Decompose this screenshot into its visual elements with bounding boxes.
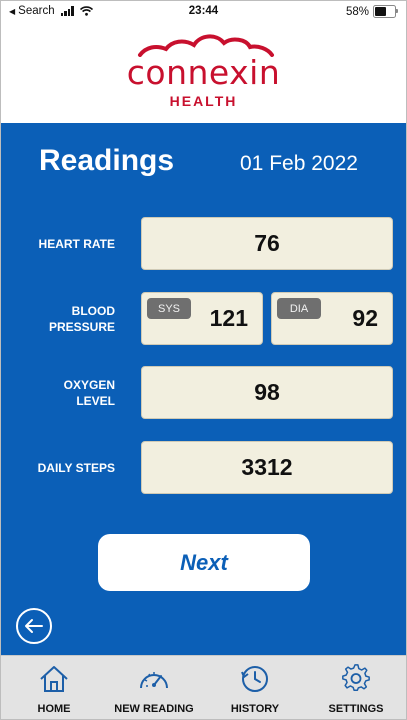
next-button[interactable]: Next (98, 534, 310, 591)
tab-history[interactable]: HISTORY (227, 664, 283, 715)
dia-tag: DIA (277, 298, 321, 319)
systolic-field[interactable]: SYS 121 (141, 292, 263, 345)
heart-rate-label: HEART RATE (5, 236, 115, 252)
oxygen-level-label: OXYGEN LEVEL (5, 377, 115, 409)
app-header: connexin HEALTH (1, 23, 406, 123)
daily-steps-label: DAILY STEPS (5, 460, 115, 476)
gear-icon (342, 664, 370, 691)
reading-date: 01 Feb 2022 (240, 152, 358, 175)
logo-wordmark: connexin (126, 53, 281, 92)
gauge-icon (140, 672, 168, 689)
battery-percent: 58% (345, 5, 369, 18)
app-screen: ◀ Search 23:44 58% connexin HEALTH Readi… (0, 0, 407, 720)
bottom-tab-bar: HOME NEW READING HISTORY SETTINGS (1, 655, 406, 719)
tab-settings-label: SETTINGS (328, 703, 384, 715)
oxygen-level-field[interactable]: 98 (141, 366, 393, 419)
diastolic-field[interactable]: DIA 92 (271, 292, 393, 345)
sys-tag: SYS (147, 298, 191, 319)
home-icon (40, 666, 68, 692)
history-icon (241, 666, 268, 692)
oxygen-label-line2: LEVEL (76, 394, 115, 408)
tab-history-label: HISTORY (230, 703, 280, 715)
systolic-value: 121 (209, 305, 248, 331)
blood-pressure-label: BLOOD PRESSURE (5, 303, 115, 335)
page-title: Readings (39, 144, 175, 177)
daily-steps-field[interactable]: 3312 (141, 441, 393, 494)
diastolic-value: 92 (352, 305, 378, 331)
tab-settings[interactable]: SETTINGS (323, 664, 389, 715)
tab-new-reading[interactable]: NEW READING (111, 664, 197, 715)
tab-new-reading-label: NEW READING (114, 703, 194, 715)
logo-subtitle: HEALTH (169, 93, 238, 109)
status-bar: ◀ Search 23:44 58% (1, 1, 406, 23)
heart-rate-field[interactable]: 76 (141, 217, 393, 270)
blood-pressure-label-line1: BLOOD (71, 304, 115, 318)
daily-steps-label-text: DAILY STEPS (37, 461, 115, 475)
blood-pressure-label-line2: PRESSURE (48, 320, 115, 334)
back-arrow-icon[interactable] (15, 607, 53, 645)
heart-rate-label-text: HEART RATE (38, 237, 115, 251)
readings-panel: Readings 01 Feb 2022 HEART RATE 76 BLOOD… (1, 123, 406, 655)
oxygen-label-line1: OXYGEN (63, 378, 115, 392)
battery-icon (373, 5, 398, 18)
status-right: 58% (345, 5, 398, 18)
tab-home[interactable]: HOME (31, 664, 77, 715)
tab-home-label: HOME (37, 703, 71, 715)
